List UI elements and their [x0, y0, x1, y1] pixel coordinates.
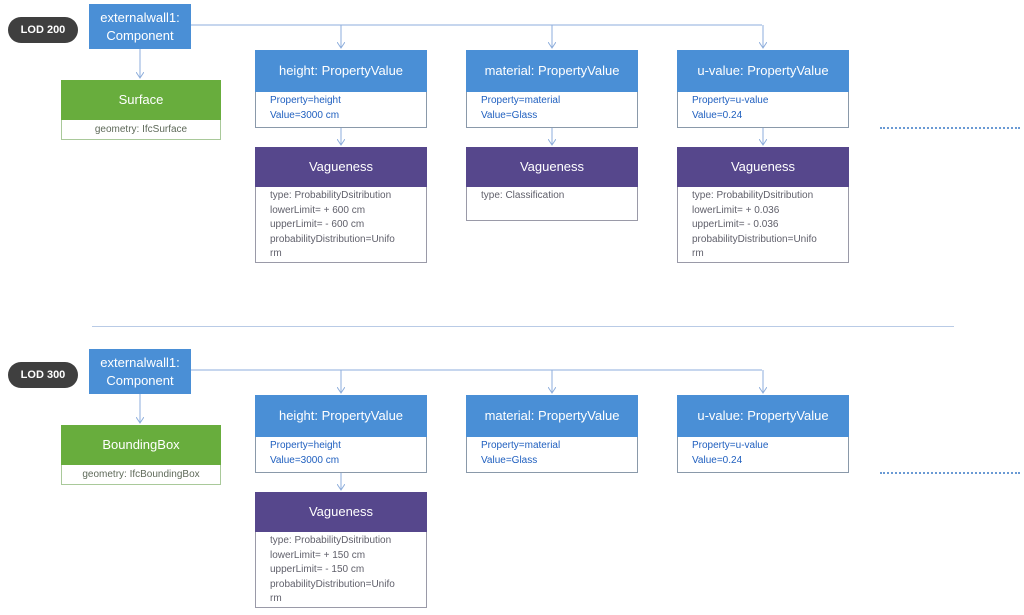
property-value-node-body: Property=u-value Value=0.24: [677, 437, 849, 473]
property-value-node: height: PropertyValue Property=height Val…: [255, 50, 427, 128]
property-value-node-body: Property=material Value=Glass: [466, 92, 638, 128]
lod-badge: LOD 200: [8, 17, 78, 43]
vagueness-node: Vagueness type: ProbabilityDsitribution l…: [255, 492, 427, 608]
geometry-node-title: Surface: [61, 80, 221, 120]
vagueness-node: Vagueness type: Classification: [466, 147, 638, 221]
section-separator: [92, 326, 954, 327]
geometry-node: Surface geometry: IfcSurface: [61, 80, 221, 140]
property-value-node-title: height: PropertyValue: [255, 395, 427, 437]
property-value-node-title: height: PropertyValue: [255, 50, 427, 92]
property-value-node-title: u-value: PropertyValue: [677, 395, 849, 437]
lod-badge: LOD 300: [8, 362, 78, 388]
vagueness-node: Vagueness type: ProbabilityDsitribution l…: [255, 147, 427, 263]
property-value-node-body: Property=height Value=3000 cm: [255, 437, 427, 473]
property-value-node: u-value: PropertyValue Property=u-value V…: [677, 50, 849, 128]
property-value-node-body: Property=material Value=Glass: [466, 437, 638, 473]
property-value-node: material: PropertyValue Property=material…: [466, 395, 638, 473]
geometry-node-title: BoundingBox: [61, 425, 221, 465]
vagueness-node-title: Vagueness: [466, 147, 638, 187]
vagueness-node-body: type: Classification: [466, 187, 638, 221]
vagueness-node-body: type: ProbabilityDsitribution lowerLimit…: [255, 532, 427, 608]
property-value-node-body: Property=height Value=3000 cm: [255, 92, 427, 128]
continuation-dots: [880, 472, 1020, 474]
component-box: externalwall1: Component: [89, 4, 191, 49]
geometry-node-body: geometry: IfcBoundingBox: [61, 465, 221, 485]
vagueness-node-body: type: ProbabilityDsitribution lowerLimit…: [677, 187, 849, 263]
property-value-node-title: material: PropertyValue: [466, 395, 638, 437]
property-value-node-title: material: PropertyValue: [466, 50, 638, 92]
geometry-node-body: geometry: IfcSurface: [61, 120, 221, 140]
property-value-node-title: u-value: PropertyValue: [677, 50, 849, 92]
vagueness-node-body: type: ProbabilityDsitribution lowerLimit…: [255, 187, 427, 263]
property-value-node: u-value: PropertyValue Property=u-value V…: [677, 395, 849, 473]
vagueness-node-title: Vagueness: [255, 147, 427, 187]
vagueness-node-title: Vagueness: [677, 147, 849, 187]
geometry-node: BoundingBox geometry: IfcBoundingBox: [61, 425, 221, 485]
vagueness-node-title: Vagueness: [255, 492, 427, 532]
property-value-node: material: PropertyValue Property=material…: [466, 50, 638, 128]
vagueness-node: Vagueness type: ProbabilityDsitribution l…: [677, 147, 849, 263]
component-box: externalwall1: Component: [89, 349, 191, 394]
property-value-node-body: Property=u-value Value=0.24: [677, 92, 849, 128]
property-value-node: height: PropertyValue Property=height Val…: [255, 395, 427, 473]
continuation-dots: [880, 127, 1020, 129]
